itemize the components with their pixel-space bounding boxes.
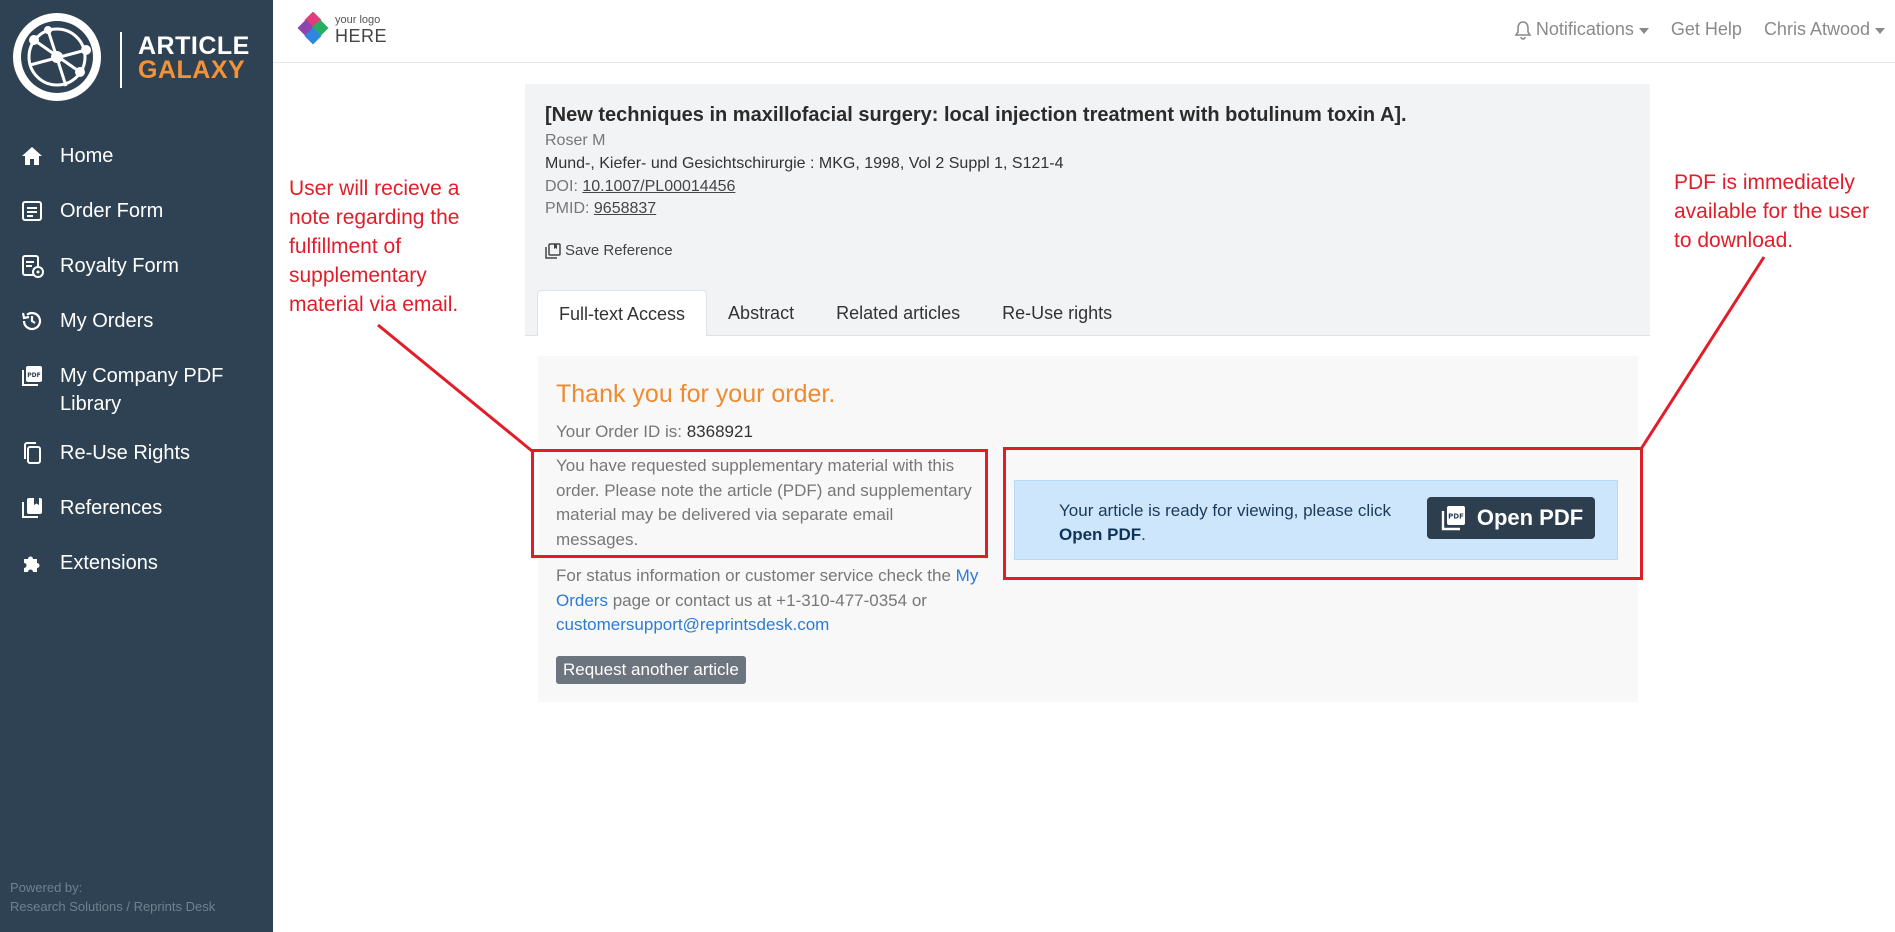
- reference-card: [New techniques in maxillofacial surgery…: [525, 84, 1650, 336]
- sidebar-item-home[interactable]: Home: [0, 142, 127, 170]
- sidebar-item-label: Order Form: [60, 200, 164, 222]
- user-name: Chris Atwood: [1763, 19, 1870, 39]
- article-pmid: PMID: 9658837: [545, 200, 656, 218]
- tab-reuse-rights[interactable]: Re-Use rights: [981, 290, 1133, 336]
- thank-you-heading: Thank you for your order.: [556, 380, 836, 408]
- doi-label: DOI:: [545, 178, 578, 195]
- sidebar-item-my-orders[interactable]: My Orders: [0, 307, 167, 335]
- powered-by-label: Powered by:: [10, 880, 83, 895]
- powered-by: Powered by: Research Solutions / Reprint…: [10, 878, 215, 916]
- chevron-down-icon: [1638, 27, 1649, 34]
- logo-small-text: your logo: [335, 14, 381, 26]
- royalty-form-icon: [18, 252, 46, 280]
- save-reference-label: Save Reference: [565, 242, 673, 259]
- logo-large-text: HERE: [335, 26, 388, 46]
- journal-text: Mund-, Kiefer- und Gesichtschirurgie : M…: [545, 155, 1064, 172]
- references-icon: [18, 494, 46, 522]
- annotation-box-supplementary: [531, 449, 988, 558]
- brand-wordmark: ARTICLE GALAXY: [138, 32, 250, 84]
- sidebar: ARTICLE GALAXY Home Order Form Royalty F…: [0, 0, 273, 932]
- history-icon: [18, 307, 46, 335]
- sidebar-item-royalty-form[interactable]: Royalty Form: [0, 252, 193, 280]
- copy-icon: [18, 439, 46, 467]
- article-doi: DOI: 10.1007/PL00014456: [545, 178, 735, 196]
- top-right-menu: Notifications Get Help Chris Atwood: [1492, 19, 1885, 40]
- bookmark-stack-icon: [545, 242, 561, 259]
- sidebar-item-extensions[interactable]: Extensions: [0, 549, 172, 577]
- order-id-label: Your Order ID is:: [556, 422, 682, 441]
- order-form-icon: [18, 197, 46, 225]
- annotation-line-left: [377, 323, 533, 453]
- svg-text:PDF: PDF: [27, 372, 40, 379]
- article-author: Roser M: [545, 132, 606, 149]
- order-id-value: 8368921: [686, 422, 753, 441]
- notifications-label: Notifications: [1535, 19, 1634, 39]
- powered-by-company: Research Solutions / Reprints Desk: [10, 899, 216, 914]
- save-reference-button[interactable]: Save Reference: [545, 242, 673, 259]
- doi-link[interactable]: 10.1007/PL00014456: [582, 178, 735, 195]
- notifications-dropdown[interactable]: Notifications: [1514, 19, 1649, 40]
- annotation-line-right: [1639, 256, 1766, 450]
- bell-icon: [1514, 20, 1532, 40]
- request-another-article-button[interactable]: Request another article: [556, 656, 746, 684]
- status-text-1: For status information or customer servi…: [556, 566, 956, 585]
- puzzle-icon: [18, 549, 46, 577]
- pmid-link[interactable]: 9658837: [594, 200, 656, 217]
- brand-line2: GALAXY: [138, 56, 246, 84]
- tab-related-articles[interactable]: Related articles: [815, 290, 981, 336]
- sidebar-item-label: Re-Use Rights: [60, 442, 191, 464]
- sidebar-item-references[interactable]: References: [0, 494, 176, 522]
- annotation-right-text: PDF is immediately available for the use…: [1674, 171, 1869, 252]
- tab-abstract[interactable]: Abstract: [707, 290, 815, 336]
- order-id-line: Your Order ID is: 8368921: [556, 422, 753, 442]
- top-bar: your logo HERE Notifications Get Help Ch…: [273, 0, 1895, 63]
- home-icon: [18, 142, 46, 170]
- brand-logo[interactable]: ARTICLE GALAXY: [10, 10, 260, 104]
- sidebar-item-reuse-rights[interactable]: Re-Use Rights: [0, 439, 204, 467]
- brand-line1: ARTICLE: [138, 32, 250, 60]
- brand-divider: [120, 32, 122, 88]
- sidebar-item-label: My Orders: [60, 310, 154, 332]
- status-text-2: page or contact us at +1-310-477-0354 or: [607, 590, 927, 610]
- sidebar-item-label: My Company PDF Library: [60, 365, 224, 415]
- chevron-down-icon: [1875, 27, 1885, 34]
- status-info: For status information or customer servi…: [556, 564, 986, 638]
- article-galaxy-logo-icon: [13, 13, 101, 101]
- annotation-left-text: User will recieve a note regarding the f…: [289, 177, 460, 316]
- article-tabs: Full-text Access Abstract Related articl…: [537, 290, 1133, 336]
- sidebar-item-label: Royalty Form: [60, 255, 179, 277]
- get-help-link[interactable]: Get Help: [1671, 19, 1742, 40]
- sidebar-item-pdf-library[interactable]: PDF My Company PDF Library: [0, 362, 273, 418]
- user-menu-dropdown[interactable]: Chris Atwood: [1764, 19, 1885, 40]
- tab-full-text-access[interactable]: Full-text Access: [537, 290, 708, 336]
- sidebar-item-label: Home: [60, 145, 114, 167]
- sidebar-item-label: Extensions: [60, 552, 158, 574]
- customer-logo[interactable]: your logo HERE: [295, 12, 395, 52]
- get-help-label: Get Help: [1670, 19, 1742, 39]
- sidebar-item-label: References: [60, 497, 163, 519]
- annotation-box-open-pdf: [1003, 447, 1643, 580]
- article-journal: Mund-, Kiefer- und Gesichtschirurgie : M…: [545, 155, 1064, 173]
- article-title: [New techniques in maxillofacial surgery…: [545, 104, 1407, 126]
- pdf-library-icon: PDF: [18, 362, 46, 390]
- support-email-link[interactable]: customersupport@reprintsdesk.com: [556, 615, 829, 634]
- diamond-logo-icon: [297, 12, 329, 45]
- sidebar-item-order-form[interactable]: Order Form: [0, 197, 177, 225]
- pmid-label: PMID:: [545, 200, 590, 217]
